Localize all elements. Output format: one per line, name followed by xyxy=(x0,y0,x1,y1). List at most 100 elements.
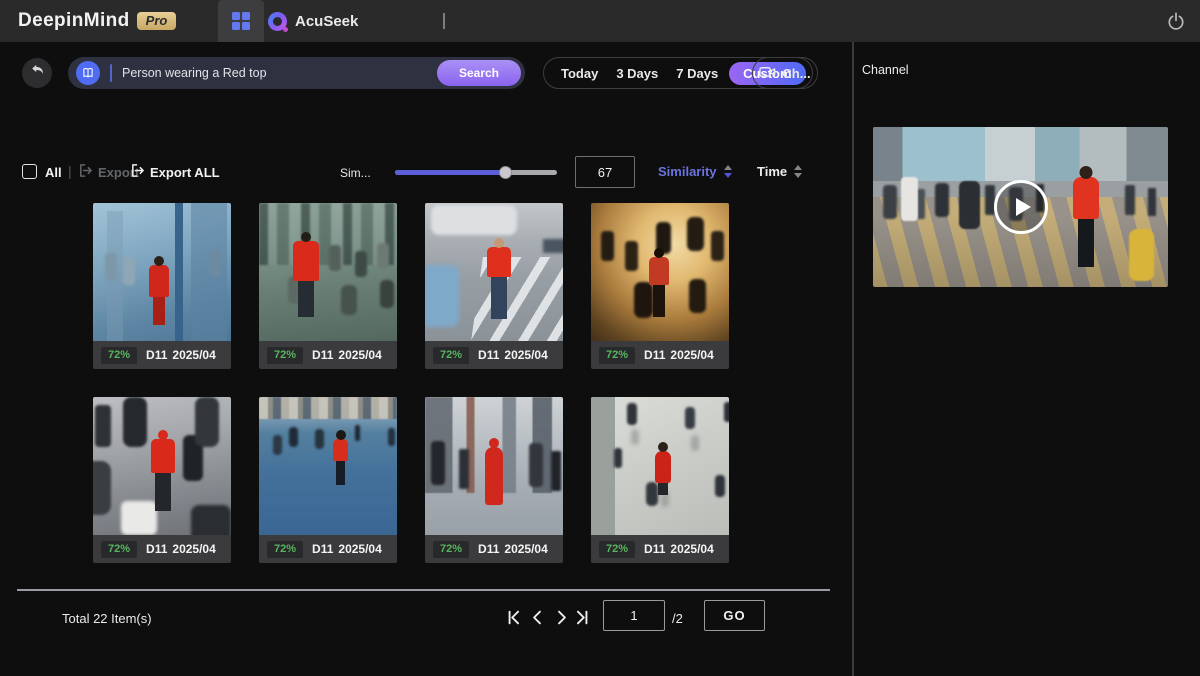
similarity-badge: 72% xyxy=(101,541,137,558)
preview-crowd-2 xyxy=(901,177,918,221)
scene-crowd xyxy=(431,441,445,485)
pro-badge: Pro xyxy=(137,12,177,30)
export-all-label: Export ALL xyxy=(150,165,220,180)
slider-handle[interactable] xyxy=(499,166,512,179)
first-page-icon[interactable] xyxy=(505,609,523,627)
preview-red-person xyxy=(1073,177,1099,219)
app-window: DeepinMind Pro AcuSeek Person wearing a … xyxy=(0,0,1200,676)
similarity-badge: 72% xyxy=(433,347,469,364)
channel-button-label: Ch... xyxy=(782,66,810,81)
logo-text: DeepinMind xyxy=(18,10,130,32)
select-all-checkbox[interactable] xyxy=(22,164,37,179)
channel-select-button[interactable]: Ch... xyxy=(752,57,818,89)
video-camera-icon xyxy=(759,65,776,82)
time-filter-7days[interactable]: 7 Days xyxy=(669,66,725,81)
tab-divider xyxy=(443,13,445,29)
app-logo: DeepinMind Pro xyxy=(18,0,176,42)
scene-crowd-2 xyxy=(425,265,459,327)
back-button[interactable] xyxy=(22,58,52,88)
last-page-icon[interactable] xyxy=(574,609,592,627)
scene-detail xyxy=(591,397,615,535)
similarity-slider[interactable] xyxy=(395,162,557,182)
result-date: 2025/04 xyxy=(504,542,547,556)
tab-apps[interactable] xyxy=(218,0,264,42)
scene-crowd xyxy=(329,245,341,271)
result-thumbnail[interactable] xyxy=(93,203,231,341)
channel-panel-title: Channel xyxy=(862,63,909,77)
acuseek-label: AcuSeek xyxy=(295,13,358,30)
result-thumbnail[interactable] xyxy=(425,397,563,535)
result-channel: D11 xyxy=(478,542,499,556)
tab-acuseek[interactable]: AcuSeek xyxy=(268,0,358,42)
result-card: 72% D11 2025/04 xyxy=(93,397,231,563)
result-card: 72% D11 2025/04 xyxy=(591,397,729,563)
export-all-button[interactable]: Export ALL xyxy=(130,163,220,181)
play-icon[interactable] xyxy=(994,180,1048,234)
result-thumbnail[interactable] xyxy=(259,203,397,341)
result-card: 72% D11 2025/04 xyxy=(259,397,397,563)
scene-red-person xyxy=(333,439,348,461)
select-all-label: All xyxy=(45,165,62,180)
result-caption: 72% D11 2025/04 xyxy=(259,535,397,563)
scene-crowd-2 xyxy=(631,429,639,445)
scene-red-person xyxy=(649,257,669,285)
scene-crowd xyxy=(431,205,517,235)
footer-divider xyxy=(17,589,830,591)
scene-detail xyxy=(175,203,183,341)
result-card: 72% D11 2025/04 xyxy=(93,203,231,369)
result-channel: D11 xyxy=(312,542,333,556)
search-button[interactable]: Search xyxy=(437,60,521,86)
search-input[interactable]: Person wearing a Red top Search xyxy=(68,57,525,89)
result-channel: D11 xyxy=(146,542,167,556)
grid-icon xyxy=(232,12,250,30)
next-page-icon[interactable] xyxy=(553,609,571,627)
preview-buildings xyxy=(873,127,1168,181)
export-icon xyxy=(78,163,93,181)
similarity-badge: 72% xyxy=(599,347,635,364)
page-count-label: /2 xyxy=(672,611,683,626)
similarity-slider-label: Sim... xyxy=(340,166,371,180)
similarity-value-input[interactable] xyxy=(575,156,635,188)
result-caption: 72% D11 2025/04 xyxy=(425,535,563,563)
result-thumbnail[interactable] xyxy=(591,203,729,341)
previous-page-icon[interactable] xyxy=(529,609,547,627)
result-thumbnail[interactable] xyxy=(259,397,397,535)
result-thumbnail[interactable] xyxy=(93,397,231,535)
sort-arrows-icon xyxy=(724,165,732,178)
result-date: 2025/04 xyxy=(338,542,381,556)
scene-crowd xyxy=(289,427,298,447)
scene-detail xyxy=(259,203,397,265)
sort-by-time[interactable]: Time xyxy=(757,164,802,179)
result-card: 72% D11 2025/04 xyxy=(425,397,563,563)
scene-crowd xyxy=(95,405,111,447)
scene-red-person xyxy=(485,447,503,505)
result-thumbnail[interactable] xyxy=(425,203,563,341)
result-channel: D11 xyxy=(312,348,333,362)
power-icon[interactable] xyxy=(1166,11,1186,31)
scene-crowd xyxy=(627,403,637,425)
result-channel: D11 xyxy=(644,348,665,362)
result-channel: D11 xyxy=(146,348,167,362)
acuseek-logo-icon xyxy=(268,12,287,31)
search-query-text: Person wearing a Red top xyxy=(122,66,267,80)
time-filter-3days[interactable]: 3 Days xyxy=(609,66,665,81)
slider-fill xyxy=(395,170,505,175)
sort-by-similarity[interactable]: Similarity xyxy=(658,164,732,179)
page-number-input[interactable] xyxy=(603,600,665,631)
open-book-icon xyxy=(76,61,100,85)
channel-video-preview[interactable] xyxy=(873,127,1168,287)
result-date: 2025/04 xyxy=(504,348,547,362)
result-date: 2025/04 xyxy=(172,542,215,556)
result-caption: 72% D11 2025/04 xyxy=(259,341,397,369)
export-all-icon xyxy=(130,163,145,181)
result-caption: 72% D11 2025/04 xyxy=(591,341,729,369)
time-filter-today[interactable]: Today xyxy=(554,66,605,81)
scene-crowd-2 xyxy=(121,501,157,535)
preview-crowd xyxy=(883,185,897,219)
similarity-badge: 72% xyxy=(101,347,137,364)
result-caption: 72% D11 2025/04 xyxy=(93,341,231,369)
result-date: 2025/04 xyxy=(172,348,215,362)
go-button[interactable]: GO xyxy=(704,600,765,631)
scene-red-person xyxy=(655,451,671,483)
result-thumbnail[interactable] xyxy=(591,397,729,535)
